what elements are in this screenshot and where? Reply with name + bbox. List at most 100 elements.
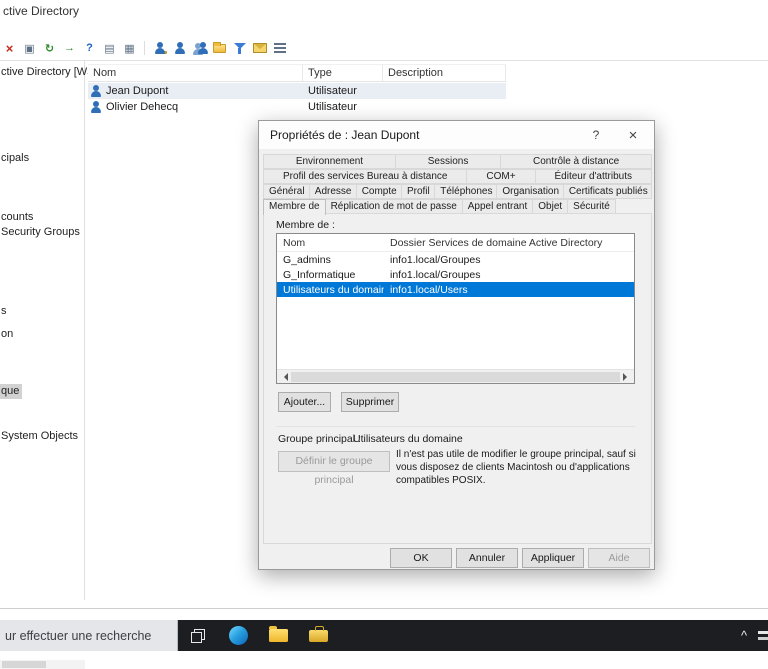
primary-group-value: Utilisateurs du domaine <box>353 433 463 445</box>
filter-icon[interactable] <box>231 40 248 56</box>
help-icon[interactable]: ? <box>81 40 98 56</box>
edge-button[interactable] <box>218 620 258 651</box>
taskbar-search-box[interactable]: ur effectuer une recherche <box>0 620 178 651</box>
dialog-help-button[interactable]: ? <box>581 121 611 149</box>
member-name: G_admins <box>283 253 331 266</box>
scroll-right-arrow-icon[interactable] <box>623 373 631 381</box>
tree-item-label: ctive Directory [WS <box>1 66 95 78</box>
help-button: Aide <box>588 548 650 568</box>
task-view-button[interactable] <box>178 620 218 651</box>
add-button[interactable]: Ajouter... <box>278 392 331 412</box>
user-icon <box>90 101 102 113</box>
list-row-jean-dupont[interactable]: Jean Dupont Utilisateur <box>88 83 506 99</box>
cell-name: Jean Dupont <box>106 85 169 97</box>
list-column-headers: Nom Type Description <box>88 64 506 82</box>
tab-adresse[interactable]: Adresse <box>308 184 357 199</box>
tree-item-security-groups[interactable]: Security Groups <box>0 226 83 238</box>
member-column-dossier[interactable]: Dossier Services de domaine Active Direc… <box>384 237 634 249</box>
group-glyph <box>192 41 208 55</box>
cell-type: Utilisateur <box>308 101 357 113</box>
dialog-close-button[interactable]: × <box>618 121 648 149</box>
member-row-g-informatique[interactable]: G_Informatique info1.local/Groupes <box>277 267 634 282</box>
tab-compte[interactable]: Compte <box>355 184 402 199</box>
tree-item-label: s <box>1 305 7 317</box>
tab-membre-de[interactable]: Membre de <box>263 199 326 215</box>
mail-icon[interactable] <box>251 40 268 56</box>
tree-item-label: Security Groups <box>1 226 80 238</box>
primary-group-note: Il n'est pas utile de modifier le groupe… <box>396 449 636 486</box>
properties-icon[interactable]: ▣ <box>21 40 38 56</box>
tray-partial-icon[interactable] <box>755 620 768 651</box>
list-view-icon[interactable]: ▤ <box>101 40 118 56</box>
tree-item-accounts[interactable]: counts <box>0 211 36 223</box>
tab-com-plus[interactable]: COM+ <box>466 169 536 184</box>
ok-button[interactable]: OK <box>390 548 452 568</box>
file-explorer-button[interactable] <box>258 620 298 651</box>
new-user-icon[interactable] <box>171 40 188 56</box>
tree-item-on[interactable]: on <box>0 328 16 340</box>
task-view-icon <box>191 628 205 643</box>
scrollbar-thumb[interactable] <box>291 372 620 382</box>
column-header-type[interactable]: Type <box>303 65 383 81</box>
new-ou-icon[interactable] <box>211 40 228 56</box>
window-title: ctive Directory <box>3 4 80 18</box>
tree-item-label: que <box>0 384 23 399</box>
tab-row-2: Profil des services Bureau à distance CO… <box>263 169 652 184</box>
group-separator <box>276 426 635 427</box>
console-tree: ctive Directory [WS cipals counts Securi… <box>0 61 95 669</box>
column-header-description[interactable]: Description <box>383 65 506 81</box>
member-of-label: Membre de : <box>276 219 335 231</box>
member-row-g-admins[interactable]: G_admins info1.local/Groupes <box>277 252 634 267</box>
new-group-icon[interactable] <box>191 40 208 56</box>
export-list-icon[interactable]: → <box>61 40 78 56</box>
member-list-horizontal-scrollbar[interactable] <box>277 369 634 383</box>
tree-item-principals[interactable]: cipals <box>0 152 32 164</box>
cancel-button[interactable]: Annuler <box>456 548 518 568</box>
member-of-list[interactable]: Nom Dossier Services de domaine Active D… <box>276 233 635 384</box>
dialog-titlebar[interactable]: Propriétés de : Jean Dupont ? × <box>259 121 654 149</box>
toolbox-app-button[interactable] <box>298 620 338 651</box>
window-bottom-edge <box>0 608 768 609</box>
tree-item-root[interactable]: ctive Directory [WS <box>0 66 98 78</box>
tab-controle-a-distance[interactable]: Contrôle à distance <box>500 154 652 169</box>
edge-icon <box>228 626 248 645</box>
tab-telephones[interactable]: Téléphones <box>434 184 498 199</box>
tab-sessions[interactable]: Sessions <box>394 154 502 169</box>
tree-item-s[interactable]: s <box>0 305 10 317</box>
refresh-icon[interactable]: ↻ <box>41 40 58 56</box>
tab-row-1: Environnement Sessions Contrôle à distan… <box>263 154 652 169</box>
member-row-utilisateurs-du-domaine-selected[interactable]: Utilisateurs du domaine info1.local/User… <box>277 282 634 297</box>
system-tray: ^ <box>733 620 768 651</box>
view-options-icon[interactable] <box>271 40 288 56</box>
user-icon <box>90 85 102 97</box>
tab-environnement[interactable]: Environnement <box>263 154 396 169</box>
tab-profil-bureau-a-distance[interactable]: Profil des services Bureau à distance <box>263 169 468 184</box>
member-column-nom[interactable]: Nom <box>277 237 384 249</box>
scrollbar-thumb[interactable] <box>2 661 46 668</box>
tab-appel-entrant[interactable]: Appel entrant <box>461 199 534 214</box>
list-row-olivier-dehecq[interactable]: Olivier Dehecq Utilisateur <box>88 99 506 115</box>
tab-securite[interactable]: Sécurité <box>567 199 616 214</box>
tab-objet[interactable]: Objet <box>532 199 569 214</box>
tab-certificats-publies[interactable]: Certificats publiés <box>562 184 652 199</box>
tree-item-system-objects[interactable]: System Objects <box>0 430 81 442</box>
toolbar: × ▣ ↻ → ? ▤ ▦ <box>0 38 288 58</box>
apply-button[interactable]: Appliquer <box>522 548 584 568</box>
cell-name: Olivier Dehecq <box>106 101 179 113</box>
delete-icon[interactable]: × <box>1 40 18 56</box>
tree-horizontal-scrollbar[interactable] <box>0 660 85 669</box>
remove-button[interactable]: Supprimer <box>341 392 399 412</box>
tab-profil[interactable]: Profil <box>400 184 436 199</box>
tab-general[interactable]: Général <box>263 184 310 199</box>
report-view-icon[interactable]: ▦ <box>121 40 138 56</box>
tab-replication-mot-de-passe[interactable]: Réplication de mot de passe <box>324 199 463 214</box>
hidden-icons-chevron[interactable]: ^ <box>733 620 755 651</box>
tab-editeur-attributs[interactable]: Éditeur d'attributs <box>534 169 652 184</box>
delegate-control-icon[interactable] <box>151 40 168 56</box>
column-header-nom[interactable]: Nom <box>88 65 303 81</box>
tab-organisation[interactable]: Organisation <box>496 184 564 199</box>
file-explorer-icon <box>268 626 288 642</box>
taskbar-search-text: ur effectuer une recherche <box>5 628 152 643</box>
tree-item-informatique-selected[interactable]: que <box>0 384 23 399</box>
scroll-left-arrow-icon[interactable] <box>280 373 288 381</box>
